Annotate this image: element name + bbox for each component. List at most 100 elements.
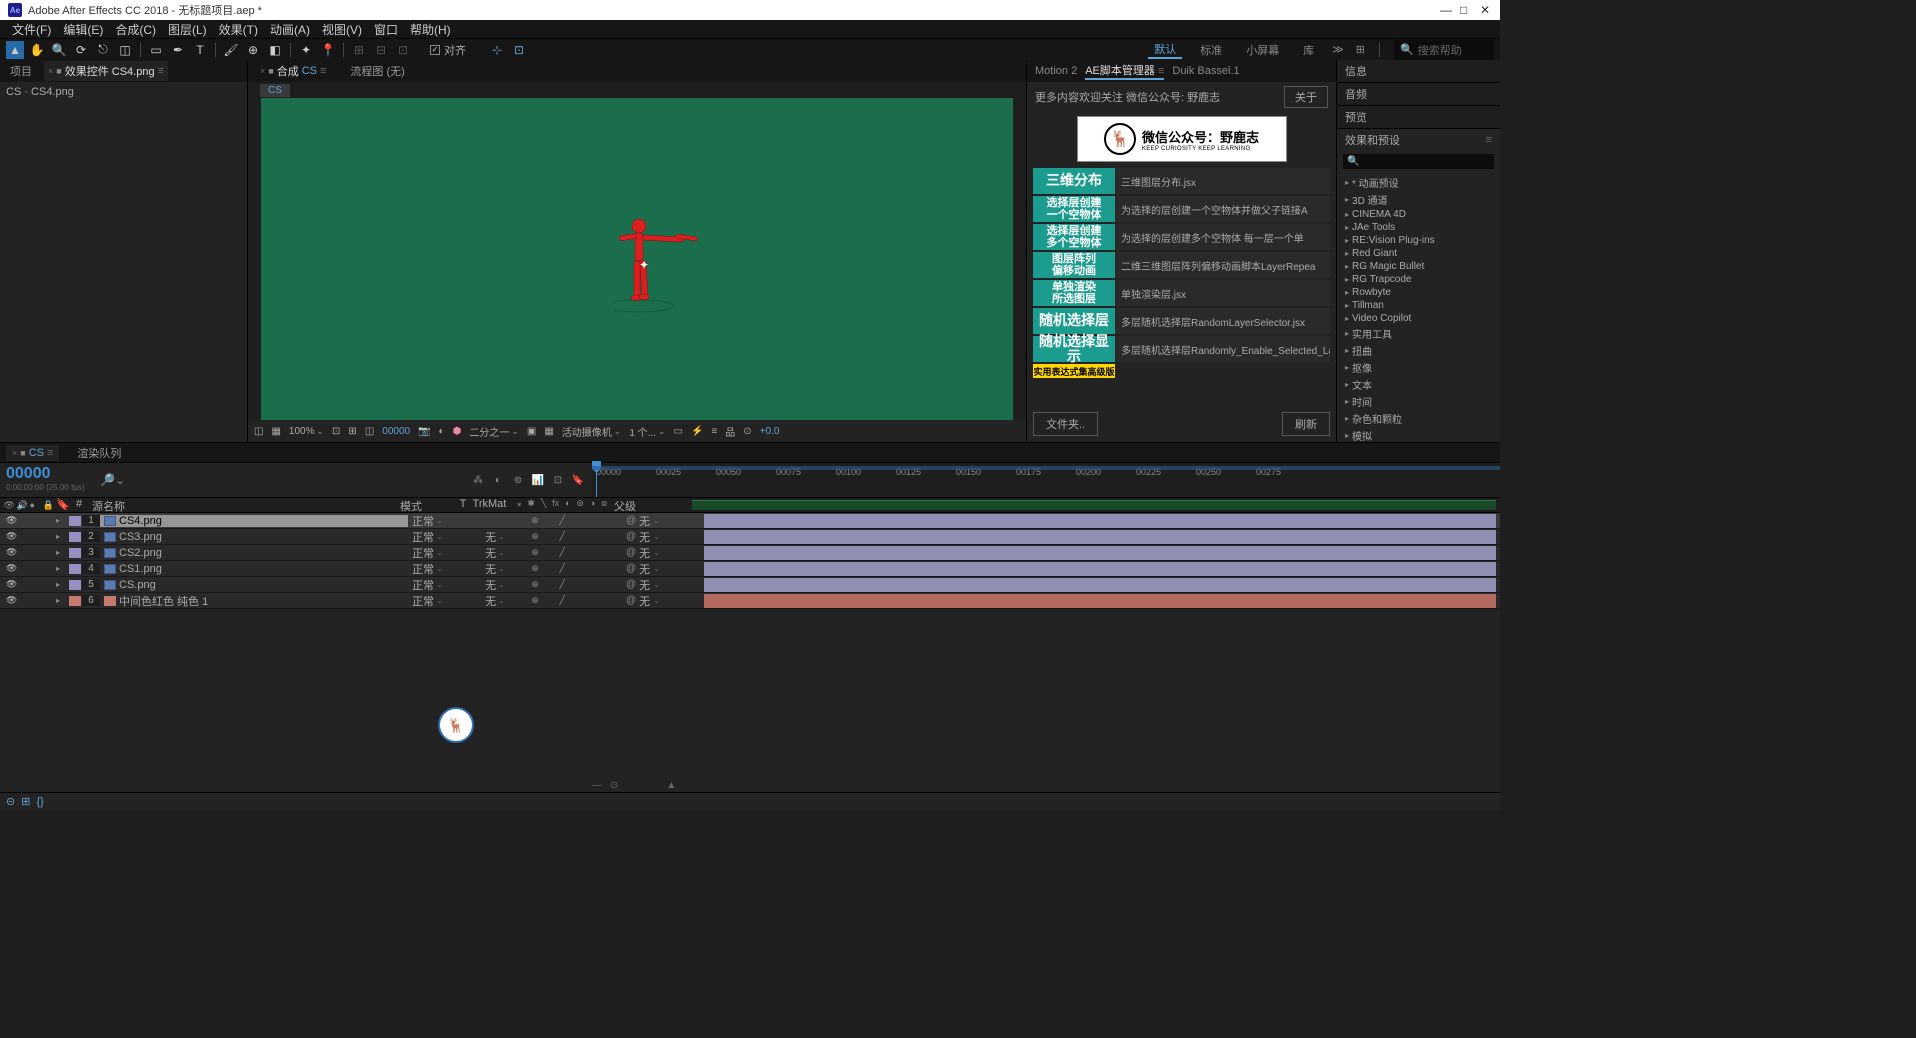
draft3d-icon[interactable]: ⊡ (550, 472, 566, 488)
pickwhip-icon[interactable]: @ (626, 531, 636, 542)
trkmat-dropdown[interactable]: 无 (485, 593, 496, 609)
twirl-icon[interactable]: ▸ (56, 596, 68, 605)
parent-col-header[interactable]: 父级 (610, 498, 688, 512)
menu-file[interactable]: 文件(F) (8, 21, 55, 38)
script-run-button[interactable]: 选择层创建 一个空物体 (1033, 196, 1115, 222)
audio-col-icon[interactable]: 🔊 (17, 500, 27, 510)
effects-category[interactable]: 模拟 (1337, 427, 1500, 442)
effects-category[interactable]: RE:Vision Plug-ins (1337, 234, 1500, 247)
layer-name-cell[interactable]: CS1.png (100, 563, 408, 575)
transparency-icon[interactable]: ▦ (544, 426, 553, 437)
effects-category[interactable]: RG Trapcode (1337, 273, 1500, 286)
menu-effect[interactable]: 效果(T) (215, 21, 262, 38)
folder-button[interactable]: 文件夹.. (1033, 412, 1098, 436)
zoom-dropdown[interactable]: 100% (289, 426, 324, 437)
effects-category[interactable]: CINEMA 4D (1337, 208, 1500, 221)
timeline-search[interactable]: 🔎⌄ (92, 463, 412, 497)
timeline-empty-area[interactable]: 🦌 — ⊙ ▲ (0, 609, 1500, 792)
local-axis-icon[interactable]: ⊞ (350, 41, 368, 59)
sw-quality-icon[interactable]: ╲ (541, 498, 546, 512)
sw-adjust-icon[interactable]: ◑ (590, 498, 595, 512)
roi-icon[interactable]: ▣ (527, 426, 536, 437)
layer-duration-bar[interactable] (704, 530, 1496, 544)
twirl-icon[interactable]: ▸ (56, 564, 68, 573)
effects-category[interactable]: RG Magic Bullet (1337, 260, 1500, 273)
tab-effect-controls[interactable]: × ■ 效果控件 CS4.png ≡ (44, 61, 168, 81)
frame-blend-icon[interactable]: ◐ (490, 472, 506, 488)
zoom-tool-icon[interactable]: 🔍 (50, 41, 68, 59)
clone-tool-icon[interactable]: ⊕ (244, 41, 262, 59)
effects-category[interactable]: Tillman (1337, 299, 1500, 312)
sw-cell[interactable]: ⊕ (531, 579, 539, 590)
effects-category[interactable]: 时间 (1337, 393, 1500, 410)
selection-tool-icon[interactable]: ▲ (6, 41, 24, 59)
views-dropdown[interactable]: 1 个... (629, 424, 665, 439)
search-help-input[interactable]: 🔍 搜索帮助 (1394, 40, 1494, 60)
sw-cell[interactable]: ⊕ (531, 595, 539, 606)
tab-project[interactable]: 项目 (6, 61, 36, 81)
pickwhip-icon[interactable]: @ (626, 579, 636, 590)
motion-blur-icon[interactable]: ⊚ (510, 472, 526, 488)
layer-row[interactable]: 👁▸4CS1.png正常⌄无⌄⊕╱@无⌄ (0, 561, 1500, 577)
layer-duration-bar[interactable] (704, 594, 1496, 608)
workspace-default[interactable]: 默认 (1148, 41, 1182, 59)
graph-editor-icon[interactable]: 📊 (530, 472, 546, 488)
parent-dropdown[interactable]: 无 (639, 529, 650, 545)
trkmat-col-header[interactable]: TrkMat (473, 498, 507, 510)
parent-dropdown[interactable]: 无 (639, 593, 650, 609)
script-run-button[interactable]: 单独渲染 所选图层 (1033, 280, 1115, 306)
timecode-display[interactable]: 00000 0:00:00:00 (25.00 fps) (0, 463, 92, 497)
sw-frameblend-icon[interactable]: ◐ (565, 498, 570, 512)
rect-tool-icon[interactable]: ▭ (147, 41, 165, 59)
close-button[interactable]: ✕ (1472, 3, 1492, 17)
about-button[interactable]: 关于 (1284, 86, 1328, 108)
lock-icon[interactable]: ■ (56, 66, 61, 76)
comp-flowchart-icon[interactable]: 品 (725, 424, 735, 439)
layer-row[interactable]: 👁▸1CS4.png正常⌄⊕╱@无⌄ (0, 513, 1500, 529)
layer-name-cell[interactable]: CS3.png (100, 531, 408, 543)
panel-info[interactable]: 信息 (1337, 60, 1500, 83)
twirl-icon[interactable]: ▸ (56, 516, 68, 525)
resolution-dropdown[interactable]: 二分之一 (469, 424, 519, 439)
layer-label-color[interactable] (69, 532, 81, 542)
blend-mode-dropdown[interactable]: 正常 (412, 545, 434, 561)
layer-duration-bar[interactable] (704, 546, 1496, 560)
effects-category[interactable]: * 动画预设 (1337, 174, 1500, 191)
toggle-brackets-icon[interactable]: {} (36, 796, 43, 808)
layer-label-color[interactable] (69, 564, 81, 574)
tab-duik[interactable]: Duik Bassel.1 (1172, 65, 1239, 77)
menu-window[interactable]: 窗口 (370, 21, 402, 38)
workspace-reset-icon[interactable]: ⊞ (1356, 43, 1365, 56)
layer-duration-bar[interactable] (704, 578, 1496, 592)
pickwhip-icon[interactable]: @ (626, 595, 636, 606)
script-run-button[interactable]: 三维分布 (1033, 168, 1115, 194)
shy-icon[interactable]: ⁂ (470, 472, 486, 488)
layer-name-cell[interactable]: CS4.png (100, 515, 408, 527)
twirl-icon[interactable]: ▸ (56, 532, 68, 541)
camera-tool-icon[interactable]: ⎋ (94, 41, 112, 59)
trkmat-dropdown[interactable]: 无 (485, 561, 496, 577)
text-tool-icon[interactable]: T (191, 41, 209, 59)
sw-collapse-icon[interactable]: ✱ (527, 498, 535, 512)
layer-name-cell[interactable]: CS2.png (100, 547, 408, 559)
parent-dropdown[interactable]: 无 (639, 545, 650, 561)
sw-3d-icon[interactable]: ⧈ (601, 498, 607, 512)
effects-category[interactable]: JAe Tools (1337, 221, 1500, 234)
trkmat-dropdown[interactable]: 无 (485, 545, 496, 561)
blend-mode-dropdown[interactable]: 正常 (412, 593, 434, 609)
sw-cell[interactable]: ⊕ (531, 563, 539, 574)
sw-quality[interactable]: ╱ (559, 531, 564, 542)
menu-view[interactable]: 视图(V) (318, 21, 366, 38)
pen-tool-icon[interactable]: ✒ (169, 41, 187, 59)
visibility-toggle[interactable]: 👁 (6, 595, 16, 606)
panel-audio[interactable]: 音频 (1337, 83, 1500, 106)
snap-checkbox[interactable]: ✓ (430, 45, 440, 55)
layer-row[interactable]: 👁▸3CS2.png正常⌄无⌄⊕╱@无⌄ (0, 545, 1500, 561)
workspace-small[interactable]: 小屏幕 (1240, 42, 1285, 58)
parent-dropdown[interactable]: 无 (639, 513, 650, 529)
snapshot-icon[interactable]: 📷 (418, 426, 430, 437)
number-col-header[interactable]: # (70, 498, 88, 512)
workspace-standard[interactable]: 标准 (1194, 42, 1228, 58)
video-col-icon[interactable]: 👁 (4, 500, 14, 510)
rotate-tool-icon[interactable]: ⟳ (72, 41, 90, 59)
